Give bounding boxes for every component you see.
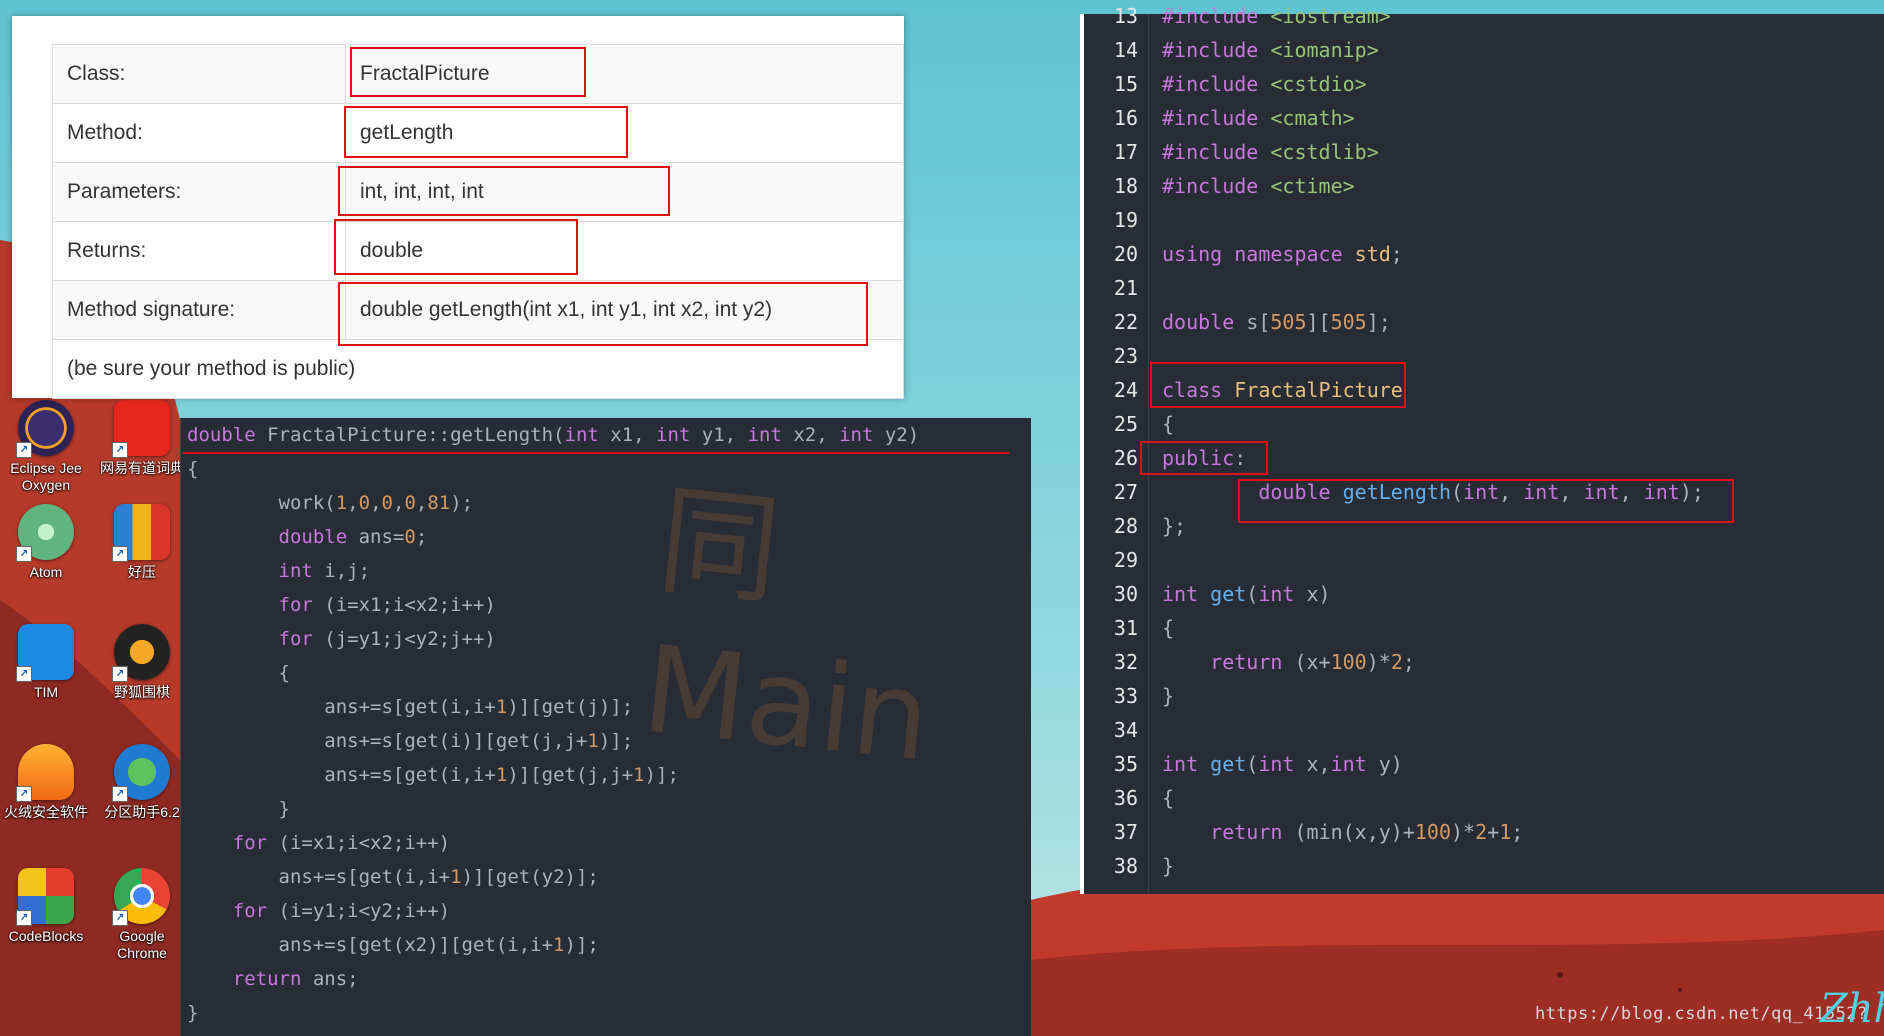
partition-assistant-icon: ↗ (112, 744, 170, 802)
youdao-dictionary-icon: ↗ (112, 400, 170, 458)
author-signature: Zhhn (1820, 986, 1884, 1032)
shortcut-arrow-icon: ↗ (112, 910, 128, 926)
problem-info-window: Class: FractalPicture Method: getLength … (12, 16, 904, 399)
method-value: getLength (345, 103, 904, 163)
parameters-label: Parameters: (52, 162, 346, 222)
shortcut-arrow-icon: ↗ (16, 546, 32, 562)
tim-icon: ↗ (16, 624, 74, 682)
table-row: Class: FractalPicture (52, 44, 904, 104)
eclipse-icon: ↗ (16, 400, 74, 458)
method-label: Method: (52, 103, 346, 163)
method-signature-value: double getLength(int x1, int y1, int x2,… (345, 280, 904, 340)
huorong-icon: ↗ (16, 744, 74, 802)
returns-label: Returns: (52, 221, 346, 281)
method-signature-label: Method signature: (52, 280, 346, 340)
atom-icon: ↗ (16, 504, 74, 562)
desktop-icon-foxwq[interactable]: ↗ 野狐围棋 (96, 624, 188, 701)
desktop-icon-tim[interactable]: ↗ TIM (0, 624, 92, 701)
desktop-icon-youdao[interactable]: ↗ 网易有道词典 (96, 400, 188, 477)
left-code-editor[interactable]: 同 Main double FractalPicture::getLength(… (180, 418, 1031, 1036)
desktop-icon-haozip[interactable]: ↗ 好压 (96, 504, 188, 581)
blog-watermark: https://blog.csdn.net/qq_41552? (1535, 1004, 1868, 1024)
table-row: Method: getLength (52, 103, 904, 163)
shortcut-arrow-icon: ↗ (112, 546, 128, 562)
desktop-icon-codeblocks[interactable]: ↗ CodeBlocks (0, 868, 92, 945)
table-row: Returns: double (52, 221, 904, 281)
table-row: Method signature: double getLength(int x… (52, 280, 904, 340)
table-row: Parameters: int, int, int, int (52, 162, 904, 222)
desktop-icon-chrome[interactable]: ↗ Google Chrome (96, 868, 188, 962)
fox-go-icon: ↗ (112, 624, 170, 682)
table-row: (be sure your method is public) (52, 339, 904, 399)
parameters-value: int, int, int, int (345, 162, 904, 222)
class-value: FractalPicture (345, 44, 904, 104)
desktop-icon-partition-assistant[interactable]: ↗ 分区助手6.2 (96, 744, 188, 821)
chrome-icon: ↗ (112, 868, 170, 926)
editor-watermark: 同 Main (636, 471, 937, 789)
shortcut-arrow-icon: ↗ (112, 666, 128, 682)
shortcut-arrow-icon: ↗ (16, 442, 32, 458)
shortcut-arrow-icon: ↗ (16, 910, 32, 926)
shortcut-arrow-icon: ↗ (16, 786, 32, 802)
returns-value: double (345, 221, 904, 281)
desktop-icon-huorong[interactable]: ↗ 火绒安全软件 (0, 744, 92, 821)
signature-underline (183, 452, 1009, 454)
desktop-icon-eclipse[interactable]: ↗ Eclipse Jee Oxygen (0, 400, 92, 494)
desktop-icon-atom[interactable]: ↗ Atom (0, 504, 92, 581)
shortcut-arrow-icon: ↗ (112, 442, 128, 458)
problem-info-table: Class: FractalPicture Method: getLength … (52, 44, 904, 399)
right-code-editor[interactable]: 13 14 15 16 17 18 19 20 21 22 23 24 25 2… (1080, 4, 1884, 894)
shortcut-arrow-icon: ↗ (16, 666, 32, 682)
public-method-note: (be sure your method is public) (52, 339, 904, 399)
shortcut-arrow-icon: ↗ (112, 786, 128, 802)
codeblocks-icon: ↗ (16, 868, 74, 926)
haozip-icon: ↗ (112, 504, 170, 562)
class-label: Class: (52, 44, 346, 104)
